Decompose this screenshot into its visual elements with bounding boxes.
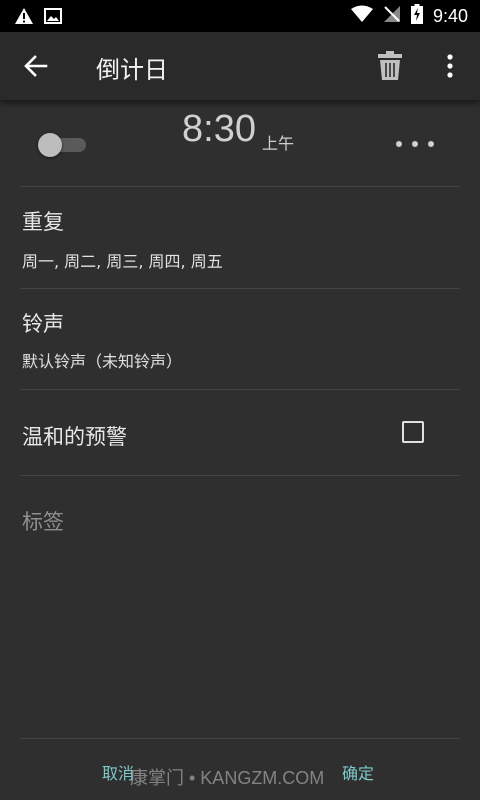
app-bar: 倒计日 <box>0 32 480 100</box>
repeat-days: 周一, 周二, 周三, 周四, 周五 <box>22 252 223 271</box>
divider <box>20 389 460 390</box>
watermark: 康掌门 • KANGZM.COM <box>130 768 325 788</box>
gentle-alert-checkbox[interactable] <box>402 421 424 443</box>
gentle-alert-label: 温和的预警 <box>22 425 127 449</box>
divider <box>20 475 460 476</box>
alarm-ampm: 上午 <box>262 134 295 153</box>
warning-icon <box>14 6 34 30</box>
image-icon <box>44 7 62 29</box>
alarm-time[interactable]: 8:30 <box>182 108 256 151</box>
page-title: 倒计日 <box>96 56 168 84</box>
more-options-icon[interactable] <box>396 136 434 152</box>
ringtone-title: 铃声 <box>22 312 64 336</box>
battery-charging-icon <box>410 4 423 28</box>
status-time: 9:40 <box>432 5 468 26</box>
ok-button[interactable]: 确定 <box>342 760 374 784</box>
divider <box>20 738 460 739</box>
ringtone-value: 默认铃声（未知铃声） <box>22 352 183 371</box>
wifi-icon <box>350 5 373 27</box>
signal-off-icon <box>383 5 401 27</box>
back-arrow-icon[interactable] <box>22 52 50 80</box>
toggle-thumb <box>38 133 62 157</box>
overflow-menu-icon[interactable] <box>440 52 460 80</box>
divider <box>20 186 460 187</box>
delete-icon[interactable] <box>376 50 404 82</box>
bottom-bar: 取消 康掌门 • KANGZM.COM 确定 <box>0 738 480 800</box>
status-bar: 9:40 <box>0 0 480 32</box>
divider <box>20 288 460 289</box>
alarm-row: 8:30 上午 <box>0 100 480 186</box>
label-input[interactable]: 标签 <box>22 506 64 536</box>
alarm-toggle[interactable] <box>38 133 86 157</box>
repeat-title: 重复 <box>22 210 64 234</box>
